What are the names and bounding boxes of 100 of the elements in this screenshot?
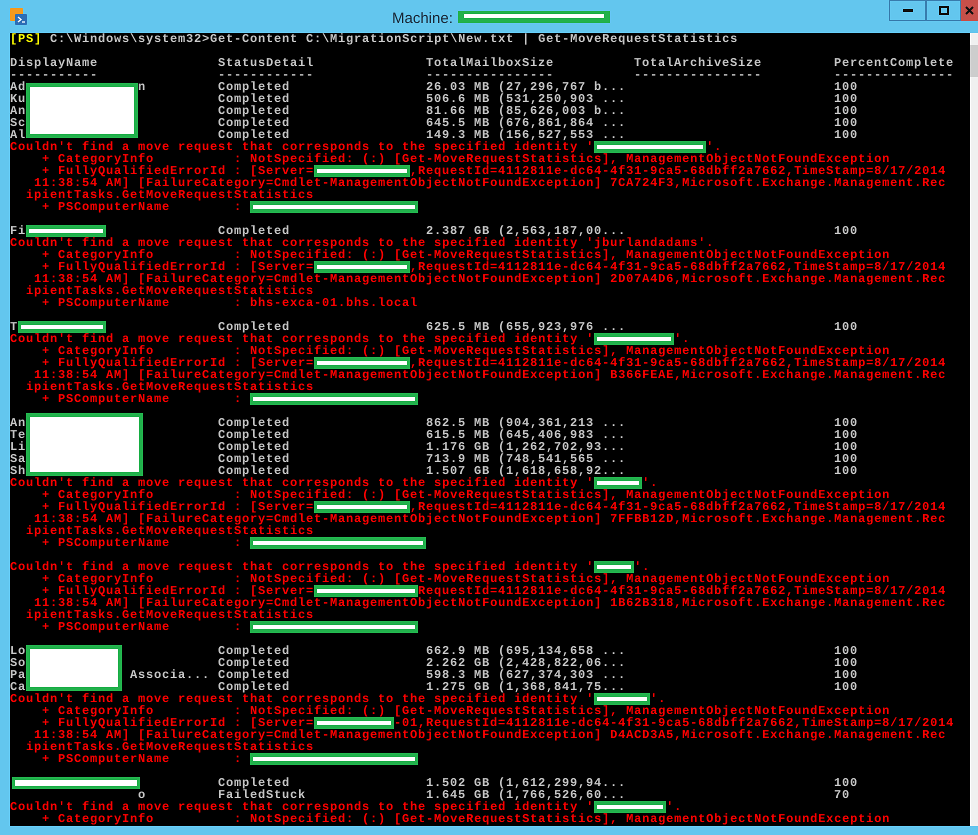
column-header: DisplayName xyxy=(10,57,98,69)
error-text: Couldn't find a move request that corresponds to the specified identity ' xyxy=(10,333,594,345)
maximize-icon xyxy=(938,6,948,15)
error-text: + CategoryInfo : NotSpecified: (:) [Get-MoveRequestStatistics], ManagementObjectNotFoundException xyxy=(41,345,890,357)
size-text: 506.6 MB (531,250,903 ... xyxy=(426,93,626,105)
scroll-thumb[interactable] xyxy=(970,45,978,77)
status-text: Completed xyxy=(218,441,290,453)
name-text: Al xyxy=(10,129,26,141)
status-text: Completed xyxy=(218,453,290,465)
status-text: Completed xyxy=(218,93,290,105)
error-text: + FullyQualifiedErrorId : [Server= xyxy=(41,165,314,177)
error-text: + CategoryInfo : NotSpecified: (:) [Get-MoveRequestStatistics], ManagementObjectNotFoundException xyxy=(41,705,890,717)
size-text: 713.9 MB (748,541,565 ... xyxy=(426,453,626,465)
minimize-icon xyxy=(902,9,912,12)
name-text: So xyxy=(10,657,26,669)
error-text: Couldn't find a move request that corresponds to the specified identity ' xyxy=(10,477,594,489)
error-text: '. xyxy=(634,561,650,573)
redaction-mark xyxy=(594,561,634,573)
error-text: '. xyxy=(674,333,690,345)
percent-text: 100 xyxy=(834,81,858,93)
percent-text: 70 xyxy=(834,789,850,801)
error-text: 11:38:54 AM] [FailureCategory=Cmdlet-ManagementObjectNotFoundException] 7FFBB12D,Microsoft.Exchange.Management.Rec xyxy=(34,513,946,525)
error-text: + CategoryInfo : NotSpecified: (:) [Get-MoveRequestStatistics], ManagementObjectNotFoundException xyxy=(41,813,890,825)
size-text: 26.03 MB (27,296,767 b... xyxy=(426,81,626,93)
percent-text: 100 xyxy=(834,225,858,237)
column-header: TotalMailboxSize xyxy=(426,57,554,69)
percent-text: 100 xyxy=(834,321,858,333)
name-text: Ca xyxy=(10,681,26,693)
column-header: TotalArchiveSize xyxy=(634,57,762,69)
error-text: + CategoryInfo : NotSpecified: (:) [Get-MoveRequestStatistics], ManagementObjectNotFoundException xyxy=(41,249,890,261)
header-rule: --------------- xyxy=(834,69,954,81)
redaction-mark xyxy=(594,477,642,489)
error-text: Couldn't find a move request that corresponds to the specified identity ' xyxy=(10,801,594,813)
error-text: -01,RequestId=4112811e-dc64-4f31-9ca5-68dbff2a7662,TimeStamp=8/17/2014 xyxy=(394,717,954,729)
name-text: n xyxy=(137,81,146,93)
error-text: + PSComputerName : xyxy=(42,537,242,549)
size-text: 615.5 MB (645,406,983 ... xyxy=(426,429,626,441)
name-text: Ad xyxy=(10,81,26,93)
error-text: Couldn't find a move request that corresponds to the specified identity ' xyxy=(10,561,594,573)
error-text: ipientTasks.GetMoveRequestStatistics xyxy=(25,609,314,621)
error-text: + FullyQualifiedErrorId : [Server= xyxy=(41,357,314,369)
error-text: RequestId=4112811e-dc64-4f31-9ca5-68dbff2a7662,TimeStamp=8/17/2014 xyxy=(418,585,946,597)
percent-text: 100 xyxy=(834,453,858,465)
status-text: Completed xyxy=(218,669,290,681)
percent-text: 100 xyxy=(834,441,858,453)
name-text: T xyxy=(10,321,18,333)
name-text: Sc xyxy=(10,117,26,129)
name-text: o xyxy=(137,789,146,801)
maximize-button[interactable] xyxy=(926,0,961,21)
status-text: Completed xyxy=(218,465,290,477)
close-icon xyxy=(965,6,974,15)
error-text: ipientTasks.GetMoveRequestStatistics xyxy=(25,285,314,297)
status-text: Completed xyxy=(218,105,290,117)
error-text: + FullyQualifiedErrorId : [Server= xyxy=(41,261,314,273)
name-text: An xyxy=(10,417,26,429)
size-text: 625.5 MB (655,923,976 ... xyxy=(426,321,626,333)
size-text: 645.5 MB (676,861,864 ... xyxy=(426,117,626,129)
size-text: 1.176 GB (1,262,702,93... xyxy=(426,441,626,453)
size-text: 81.66 MB (85,626,003 b... xyxy=(426,105,626,117)
error-text: 11:38:54 AM] [FailureCategory=Cmdlet-ManagementObjectNotFoundException] D4ACD3A5,Microsoft.Exchange.Management.Rec xyxy=(34,729,946,741)
percent-text: 100 xyxy=(834,93,858,105)
error-text: ,RequestId=4112811e-dc64-4f31-9ca5-68dbff2a7662,TimeStamp=8/17/2014 xyxy=(410,261,946,273)
size-text: 1.507 GB (1,618,658,92... xyxy=(426,465,626,477)
error-text: + PSComputerName : xyxy=(42,753,242,765)
status-text: Completed xyxy=(218,117,290,129)
minimize-button[interactable] xyxy=(889,0,926,21)
percent-text: 100 xyxy=(834,129,858,141)
command-text: C:\Windows\system32>Get-Content C:\MigrationScript\New.txt | Get-MoveRequestStatistics xyxy=(49,33,738,45)
error-text: + CategoryInfo : NotSpecified: (:) [Get-MoveRequestStatistics], ManagementObjectNotFoundException xyxy=(41,489,890,501)
status-text: Completed xyxy=(218,81,290,93)
redaction-mark xyxy=(594,693,650,705)
percent-text: 100 xyxy=(834,645,858,657)
status-text: Completed xyxy=(218,225,290,237)
name-text: An xyxy=(10,105,26,117)
error-text: + PSComputerName : bhs-exca-01.bhs.local xyxy=(42,297,418,309)
error-text: + CategoryInfo : NotSpecified: (:) [Get-MoveRequestStatistics], ManagementObjectNotFoundException xyxy=(41,573,890,585)
error-text: ,RequestId=4112811e-dc64-4f31-9ca5-68dbff2a7662,TimeStamp=8/17/2014 xyxy=(410,501,946,513)
status-text: Completed xyxy=(218,417,290,429)
name-text: Pa Associa... xyxy=(10,669,210,681)
percent-text: 100 xyxy=(834,117,858,129)
error-text: '. xyxy=(650,693,666,705)
percent-text: 100 xyxy=(834,429,858,441)
percent-text: 100 xyxy=(834,777,858,789)
percent-text: 100 xyxy=(834,657,858,669)
name-text: Lo xyxy=(10,645,26,657)
error-text: '. xyxy=(706,141,722,153)
header-rule: ----------- xyxy=(10,69,98,81)
size-text: 2.387 GB (2,563,187,00... xyxy=(426,225,626,237)
status-text: Completed xyxy=(218,321,290,333)
error-text: Couldn't find a move request that corresponds to the specified identity ' xyxy=(10,141,594,153)
size-text: 662.9 MB (695,134,658 ... xyxy=(426,645,626,657)
size-text: 598.3 MB (627,374,303 ... xyxy=(426,669,626,681)
status-text: Completed xyxy=(218,429,290,441)
name-text: Ku xyxy=(10,93,26,105)
size-text: 149.3 MB (156,527,553 ... xyxy=(426,129,626,141)
name-text: Li xyxy=(10,441,26,453)
status-text: Completed xyxy=(218,777,290,789)
percent-text: 100 xyxy=(834,465,858,477)
close-button[interactable] xyxy=(961,0,978,21)
error-text: + PSComputerName : xyxy=(42,201,242,213)
